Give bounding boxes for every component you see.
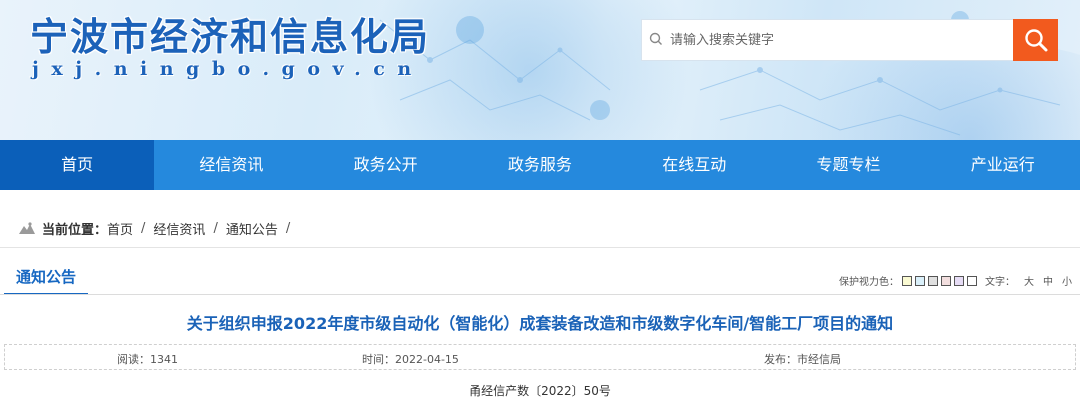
- color-swatch-gray[interactable]: [928, 275, 938, 286]
- header-banner: 宁波市经济和信息化局 jxj.ningbo.gov.cn: [0, 0, 1080, 140]
- main-nav: 首页 经信资讯 政务公开 政务服务 在线互动 专题专栏 产业运行: [0, 140, 1080, 190]
- breadcrumb-separator: /: [141, 220, 146, 236]
- nav-item-interaction[interactable]: 在线互动: [617, 140, 771, 190]
- color-swatch-pink[interactable]: [941, 275, 951, 286]
- breadcrumb-news[interactable]: 经信资讯: [153, 219, 205, 238]
- section-title: 通知公告: [4, 263, 88, 295]
- article-title: 关于组织申报2022年度市级自动化（智能化）成套装备改造和市级数字化车间/智能工…: [186, 314, 894, 333]
- publisher: 发布：市经信局: [764, 353, 841, 366]
- font-size-label: 文字：: [985, 277, 1015, 288]
- search-input[interactable]: [670, 20, 1000, 60]
- magnifier-icon: [1025, 29, 1048, 52]
- font-size-medium[interactable]: 中: [1043, 273, 1053, 288]
- site-title[interactable]: 宁波市经济和信息化局: [30, 6, 430, 61]
- reading-tools: 保护视力色： 文字： 大 中 小: [839, 273, 1072, 288]
- color-swatch-yellow[interactable]: [902, 275, 912, 286]
- nav-item-news[interactable]: 经信资讯: [154, 140, 308, 190]
- breadcrumb-separator: /: [285, 220, 291, 236]
- nav-item-home[interactable]: 首页: [0, 140, 155, 190]
- breadcrumb-label: 当前位置：: [42, 222, 108, 238]
- read-count: 阅读：1341: [117, 353, 178, 366]
- color-swatch-blue[interactable]: [915, 275, 925, 286]
- nav-item-industry[interactable]: 产业运行: [926, 140, 1080, 190]
- breadcrumb-separator: /: [213, 220, 218, 236]
- publish-time: 时间：2022-04-15: [362, 353, 459, 366]
- nav-item-special-topics[interactable]: 专题专栏: [771, 140, 925, 190]
- divider: [0, 247, 1080, 248]
- document-number: 甬经信产数〔2022〕50号: [469, 384, 611, 398]
- breadcrumb: 当前位置： 首页 / 经信资讯 / 通知公告 /: [18, 217, 298, 239]
- color-swatch-white[interactable]: [967, 275, 977, 286]
- breadcrumb-notices[interactable]: 通知公告: [226, 219, 278, 238]
- location-icon: [19, 222, 35, 234]
- site-domain: jxj.ningbo.gov.cn: [32, 58, 424, 80]
- font-size-large[interactable]: 大: [1024, 273, 1034, 288]
- color-swatch-purple[interactable]: [954, 275, 964, 286]
- search-button[interactable]: [1013, 19, 1058, 61]
- breadcrumb-home[interactable]: 首页: [107, 219, 133, 238]
- eye-care-label: 保护视力色：: [839, 277, 899, 288]
- nav-item-services[interactable]: 政务服务: [463, 140, 617, 190]
- search-icon: [649, 32, 662, 45]
- nav-item-public-affairs[interactable]: 政务公开: [309, 140, 463, 190]
- search-box: [641, 19, 1013, 61]
- font-size-small[interactable]: 小: [1062, 273, 1072, 288]
- article-meta: 阅读：1341 时间：2022-04-15 发布：市经信局: [4, 344, 1076, 370]
- section-divider: [0, 294, 1080, 295]
